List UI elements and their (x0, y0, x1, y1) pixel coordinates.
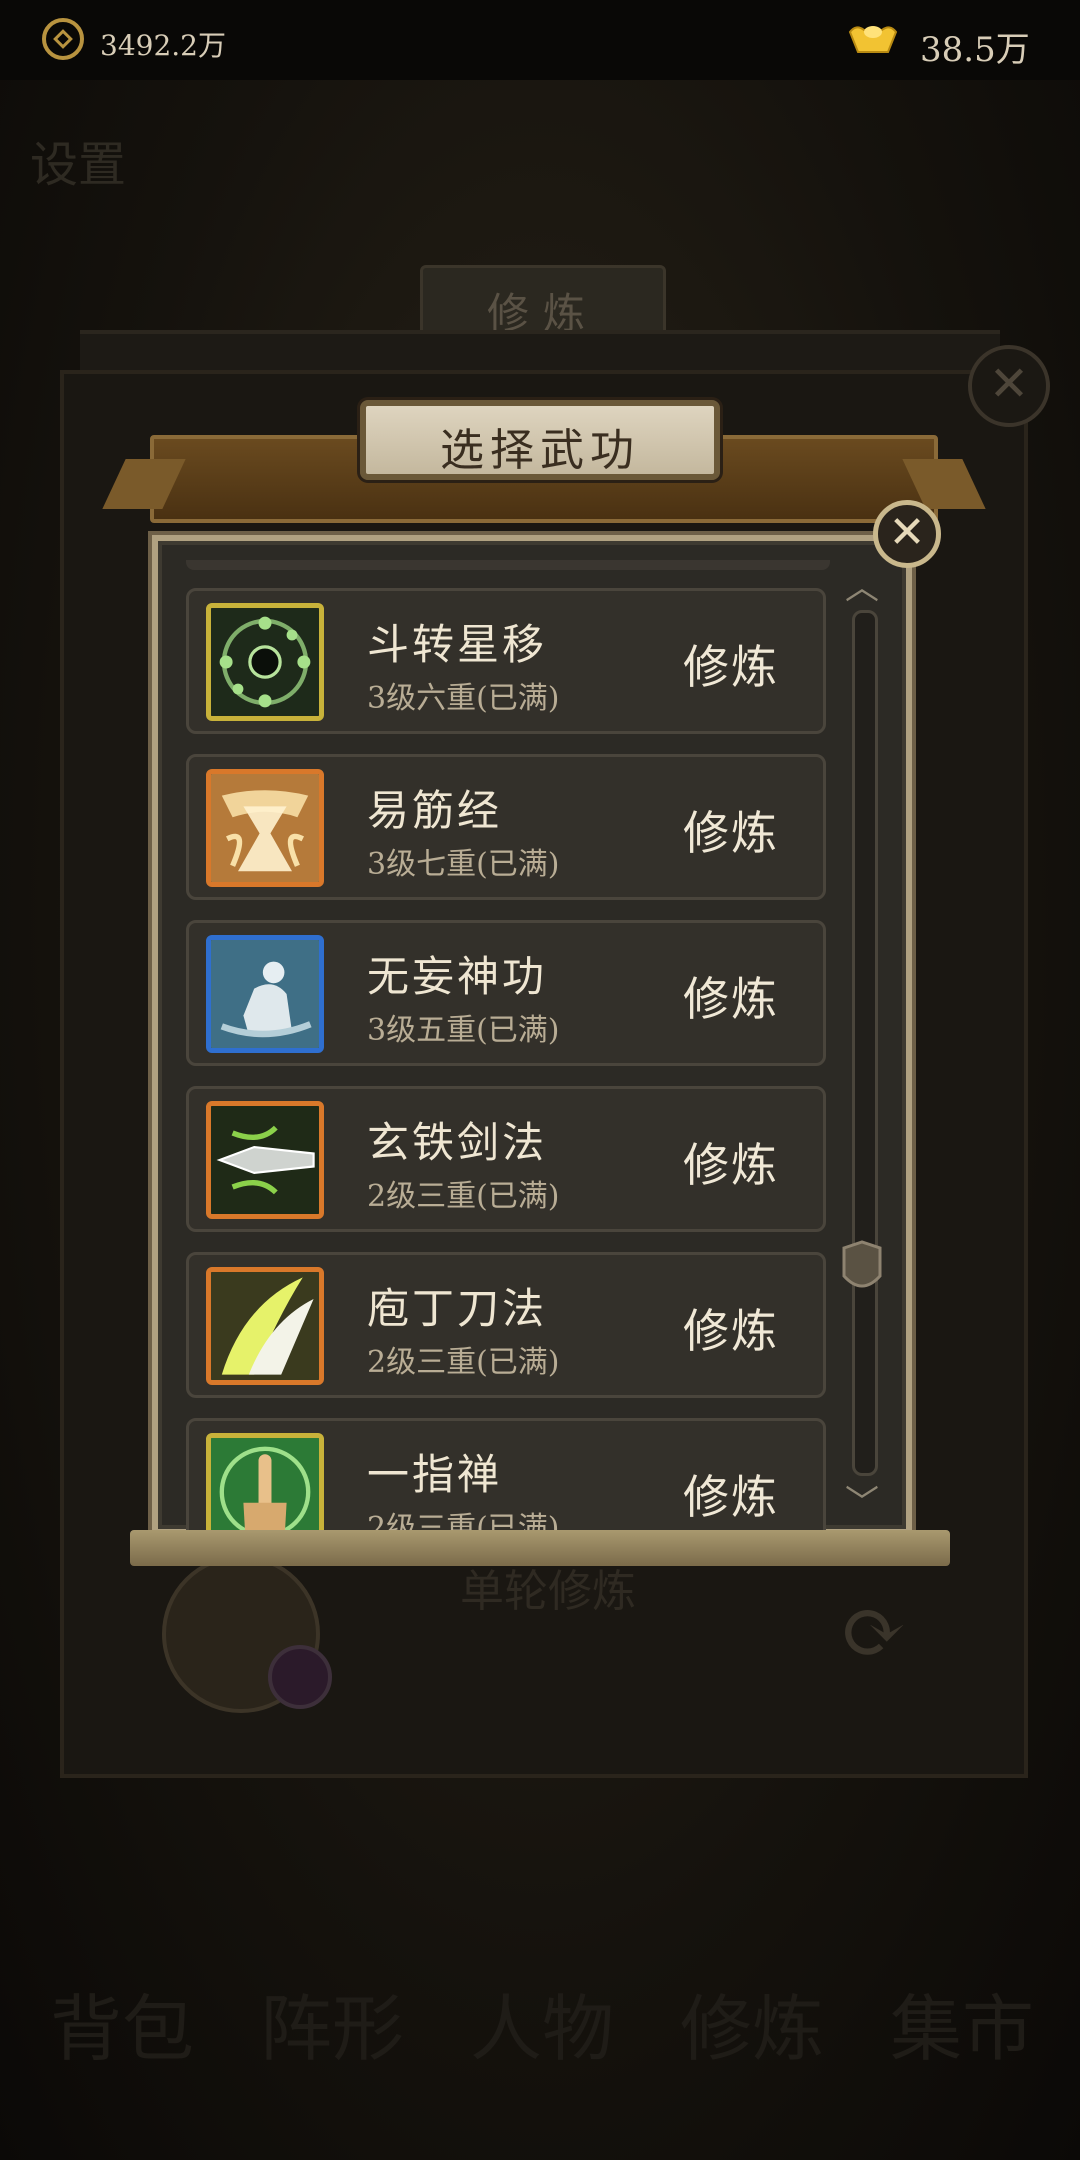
list-item[interactable]: 易筋经 3级七重(已满) 修炼 (186, 754, 826, 900)
nav-item-training: 修炼 (680, 1987, 825, 2071)
train-button[interactable]: 修炼 (683, 631, 779, 697)
train-button[interactable]: 修炼 (683, 963, 779, 1029)
dialog-title: 选择武功 (440, 425, 640, 476)
refresh-icon: ⟳ (840, 1585, 908, 1678)
skill-name: 无妄神功 (367, 952, 548, 1001)
nav-item-characters: 人物 (470, 1987, 615, 2071)
train-button[interactable]: 修炼 (683, 1129, 779, 1195)
skill-name: 庖丁刀法 (367, 1284, 548, 1333)
skill-level: 3级七重(已满) (367, 847, 560, 882)
close-icon[interactable]: ✕ (873, 500, 941, 568)
skill-level: 2级三重(已满) (367, 1345, 560, 1380)
background-roof (80, 330, 1000, 374)
star-wheel-icon (206, 603, 324, 721)
skill-level: 2级三重(已满) (367, 1511, 560, 1530)
skill-name: 易筋经 (367, 786, 503, 835)
skill-list[interactable]: 斗转星移 3级六重(已满) 修炼 易筋经 3级七重(已满) 修炼 无妄神功 3级… (186, 560, 830, 1530)
kneeling-monk-icon (206, 935, 324, 1053)
gold-amount: 38.5万 (920, 30, 1030, 70)
skill-level: 3级六重(已满) (367, 681, 560, 716)
skill-name: 斗转星移 (367, 620, 548, 669)
bottom-nav: 背包 阵形 人物 修炼 集市 (0, 1940, 1080, 2160)
top-status-bar: 3492.2万 38.5万 (0, 0, 1080, 80)
settings-button: 设置 (30, 137, 127, 193)
skill-level: 3级五重(已满) (367, 1013, 560, 1048)
list-item[interactable]: 一指禅 2级三重(已满) 修炼 (186, 1418, 826, 1530)
background-gem-icon (268, 1645, 332, 1709)
train-button[interactable]: 修炼 (683, 797, 779, 863)
nav-item-market: 集市 (890, 1987, 1035, 2071)
list-item[interactable]: 斗转星移 3级六重(已满) 修炼 (186, 588, 826, 734)
dialog-title-plate: 选择武功 (360, 400, 720, 480)
list-item-partial (186, 560, 830, 570)
scroll-up-icon[interactable]: ︿ (842, 560, 882, 608)
train-button[interactable]: 修炼 (683, 1295, 779, 1361)
scroll-down-icon[interactable]: ﹀ (842, 1475, 882, 1523)
skill-name: 一指禅 (367, 1450, 503, 1499)
copper-coin-icon (42, 18, 84, 60)
copper-amount: 3492.2万 (100, 29, 226, 62)
list-item[interactable]: 无妄神功 3级五重(已满) 修炼 (186, 920, 826, 1066)
dialog-bottom-beam (130, 1530, 950, 1566)
skill-level: 2级三重(已满) (367, 1179, 560, 1214)
background-close-icon: ✕ (968, 345, 1050, 427)
blade-icon (206, 1267, 324, 1385)
nav-item-bag: 背包 (50, 1987, 195, 2071)
list-item[interactable]: 庖丁刀法 2级三重(已满) 修炼 (186, 1252, 826, 1398)
skill-name: 玄铁剑法 (367, 1118, 548, 1167)
scrollbar-track[interactable] (852, 610, 878, 1476)
iron-sword-icon (206, 1101, 324, 1219)
tendon-glyph-icon (206, 769, 324, 887)
train-button[interactable]: 修炼 (683, 1461, 779, 1527)
list-item[interactable]: 玄铁剑法 2级三重(已满) 修炼 (186, 1086, 826, 1232)
gold-ingot-icon (848, 26, 898, 53)
finger-icon (206, 1433, 324, 1530)
scrollbar-thumb[interactable] (840, 1240, 884, 1298)
nav-item-formation: 阵形 (260, 1987, 405, 2071)
